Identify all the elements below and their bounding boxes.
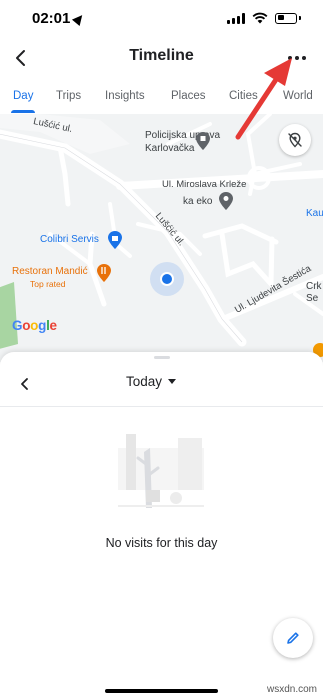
map-view[interactable]: Lušćić ul. Policijska uprava Karlovačka … bbox=[0, 114, 323, 362]
edit-button[interactable] bbox=[273, 618, 313, 658]
police-icon bbox=[196, 132, 210, 150]
pencil-icon bbox=[287, 632, 299, 644]
current-location-marker bbox=[150, 262, 184, 296]
more-options-button[interactable] bbox=[283, 46, 311, 70]
empty-state-illustration bbox=[118, 434, 204, 508]
status-time: 02:01 bbox=[32, 10, 87, 27]
location-arrow-icon bbox=[72, 11, 87, 27]
date-dropdown[interactable]: Today bbox=[126, 374, 177, 389]
tab-bar: Day Trips Insights Places Cities World bbox=[0, 84, 323, 114]
app-bar: Timeline bbox=[0, 38, 323, 78]
tab-places[interactable]: Places bbox=[171, 84, 206, 114]
wifi-icon bbox=[252, 12, 268, 24]
google-logo: Google bbox=[12, 318, 57, 333]
home-indicator bbox=[105, 689, 218, 693]
date-label: Today bbox=[126, 374, 163, 389]
divider bbox=[0, 406, 323, 407]
tab-world[interactable]: World bbox=[283, 84, 313, 114]
battery-icon bbox=[275, 12, 297, 24]
shopping-bag-icon bbox=[108, 231, 122, 249]
bottom-sheet: Today No visits for this day bbox=[0, 352, 323, 700]
tab-day[interactable]: Day bbox=[10, 84, 36, 114]
previous-day-button[interactable] bbox=[16, 374, 34, 394]
map-poi-label: ka eko bbox=[183, 196, 213, 207]
restaurant-icon bbox=[97, 264, 111, 282]
watermark-text: wsxdn.com bbox=[266, 684, 317, 695]
status-bar: 02:01 bbox=[0, 0, 323, 38]
map-poi-label: Kau bbox=[306, 208, 323, 219]
tab-trips[interactable]: Trips bbox=[56, 84, 81, 114]
chevron-left-icon bbox=[21, 378, 28, 390]
empty-state-message: No visits for this day bbox=[105, 536, 218, 550]
eco-icon bbox=[219, 192, 233, 210]
map-poi-label: Karlovačka bbox=[145, 143, 195, 154]
page-title: Timeline bbox=[129, 47, 194, 64]
map-poi-label: Crk bbox=[306, 281, 322, 292]
sheet-drag-handle[interactable] bbox=[154, 356, 170, 359]
map-poi-label: Restoran Mandić bbox=[12, 266, 88, 277]
tab-cities[interactable]: Cities bbox=[229, 84, 258, 114]
map-poi-label: Se bbox=[306, 293, 319, 304]
location-off-icon bbox=[288, 132, 302, 148]
caret-down-icon bbox=[168, 379, 177, 384]
location-off-button[interactable] bbox=[279, 124, 311, 156]
map-street-label: Ul. Miroslava Krleže bbox=[162, 179, 247, 190]
cellular-signal-icon bbox=[227, 12, 245, 24]
map-poi-sublabel: Top rated bbox=[30, 279, 66, 289]
map-poi-label: Colibri Servis bbox=[40, 234, 99, 245]
tab-insights[interactable]: Insights bbox=[105, 84, 145, 114]
